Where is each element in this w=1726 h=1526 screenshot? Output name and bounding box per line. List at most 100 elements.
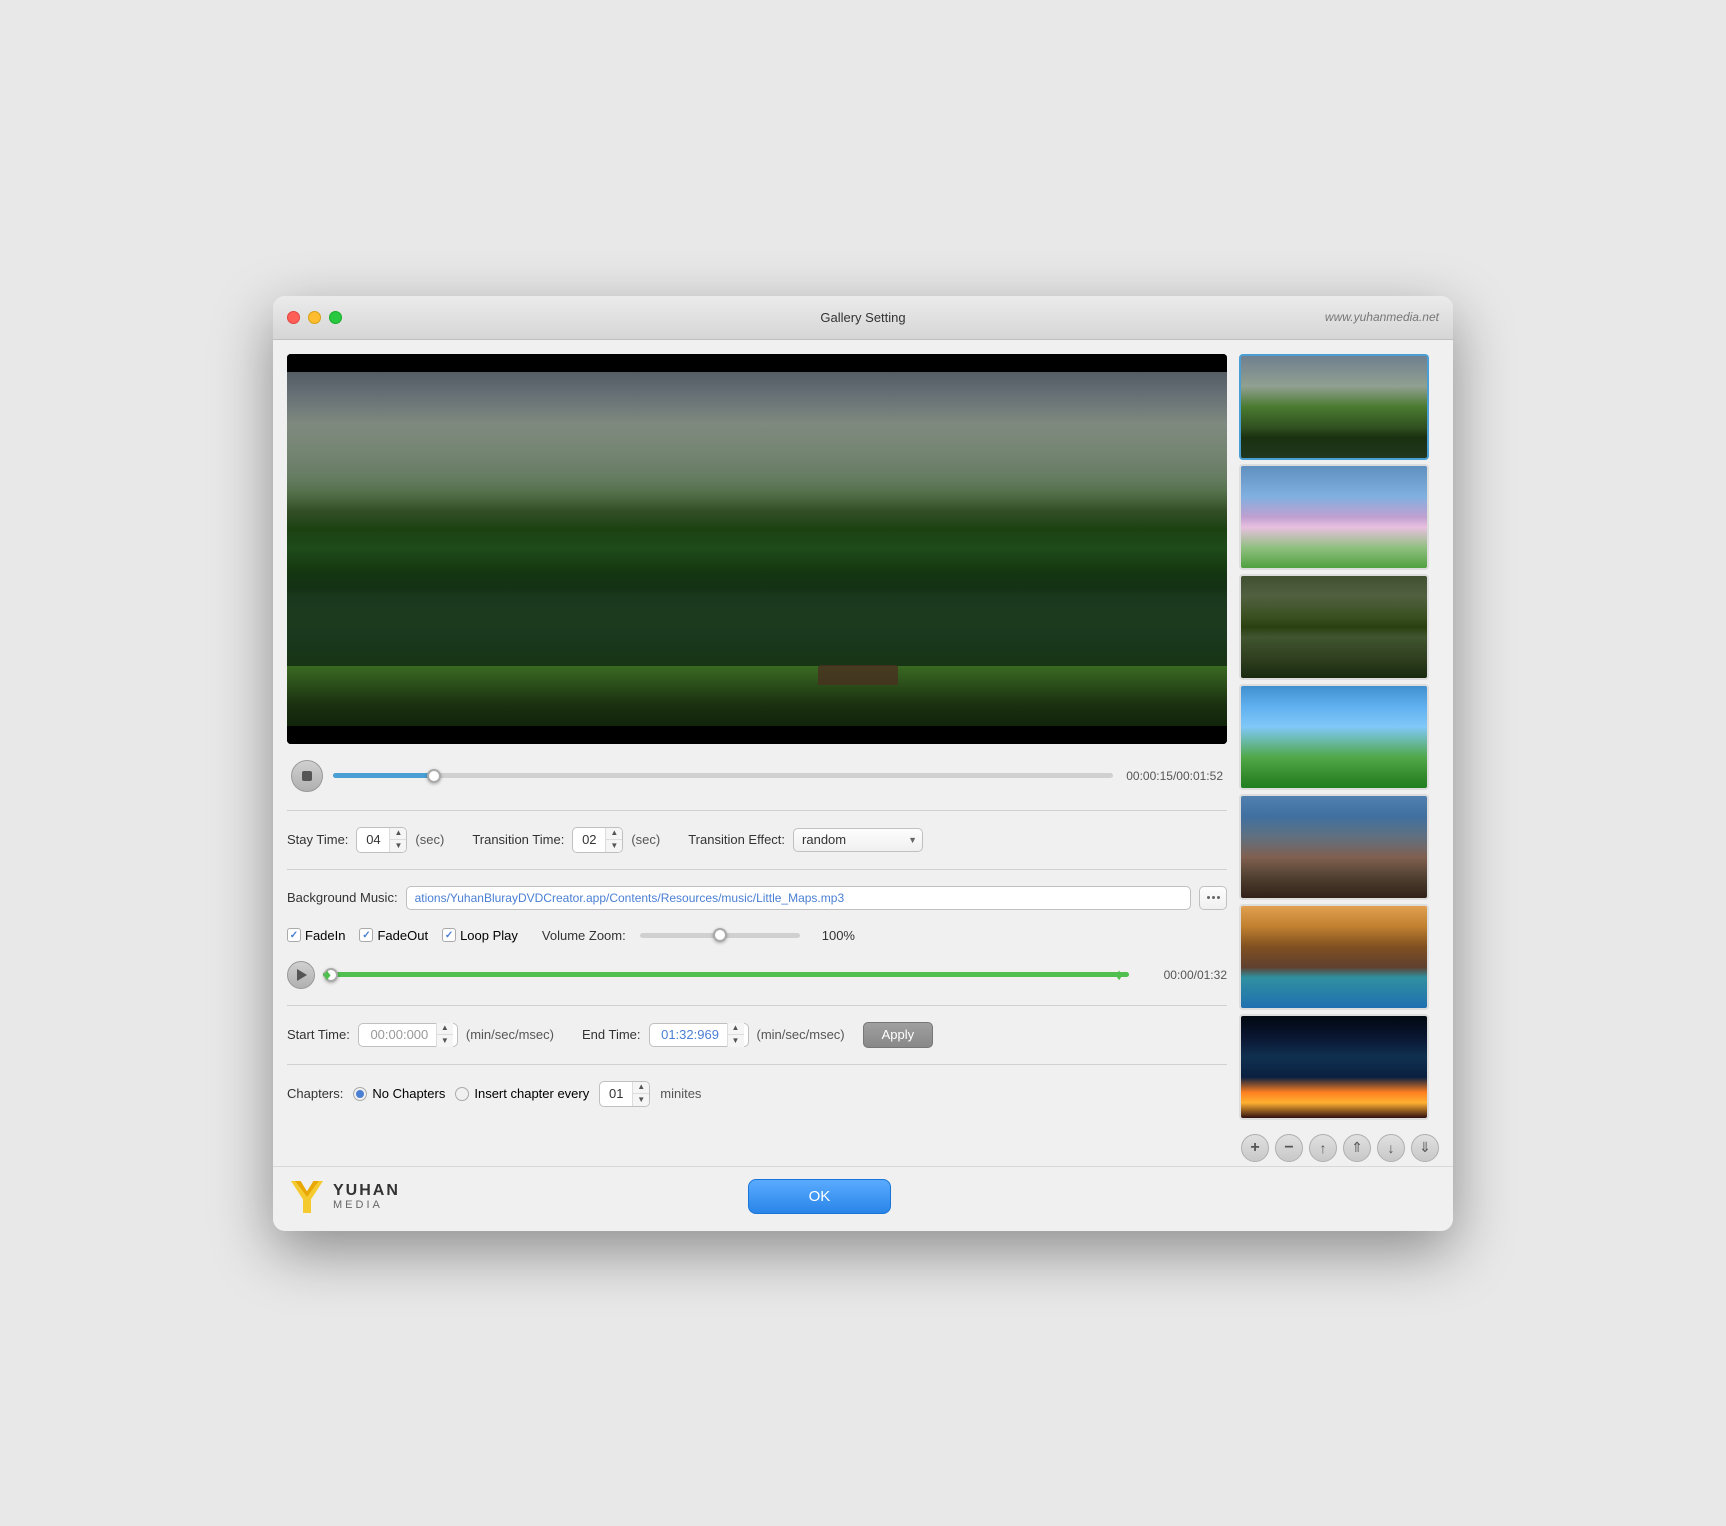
transition-effect-select[interactable]: random fade slide zoom dissolve — [793, 828, 923, 852]
thumbnail-4[interactable] — [1239, 684, 1429, 790]
end-time-value: 01:32:969 — [654, 1027, 727, 1042]
more-dot-2 — [1212, 896, 1215, 899]
thumb-remove-button[interactable]: − — [1275, 1134, 1303, 1162]
logo-top-text: YUHAN — [333, 1182, 400, 1200]
transition-time-down[interactable]: ▼ — [606, 840, 622, 852]
fade-out-label: FadeOut — [377, 928, 428, 943]
chapter-interval-arrows: ▲ ▼ — [632, 1082, 649, 1106]
transition-time-label: Transition Time: — [472, 832, 564, 847]
thumb-move-down-button[interactable]: ↓ — [1377, 1134, 1405, 1162]
no-chapters-radio-outer[interactable] — [353, 1087, 367, 1101]
thumbnail-7[interactable] — [1239, 1014, 1429, 1120]
stop-icon — [302, 771, 312, 781]
end-time-unit: (min/sec/msec) — [757, 1027, 845, 1042]
stay-time-unit: (sec) — [415, 832, 444, 847]
audio-track[interactable]: ♦ ♦ — [323, 972, 1129, 977]
separator-2 — [287, 869, 1227, 870]
start-time-input[interactable]: 00:00:000 ▲ ▼ — [358, 1023, 458, 1047]
video-frame — [287, 354, 1227, 744]
chapter-interval-value[interactable]: 01 — [600, 1082, 632, 1106]
transition-time-value[interactable]: 02 — [573, 828, 605, 852]
music-more-button[interactable] — [1199, 886, 1227, 910]
chapter-interval-unit: minites — [660, 1086, 701, 1101]
separator-4 — [287, 1064, 1227, 1065]
insert-chapter-radio[interactable]: Insert chapter every — [455, 1086, 589, 1101]
audio-end-marker: ♦ — [1115, 968, 1129, 982]
insert-chapter-radio-outer[interactable] — [455, 1087, 469, 1101]
end-time-arrows: ▲ ▼ — [727, 1023, 744, 1047]
main-content: 00:00:15/00:01:52 Stay Time: 04 ▲ ▼ (sec… — [273, 340, 1453, 1134]
thumbnail-1[interactable] — [1239, 354, 1429, 460]
transition-effect-label: Transition Effect: — [688, 832, 785, 847]
titlebar: Gallery Setting www.yuhanmedia.net — [273, 296, 1453, 340]
minimize-button[interactable] — [308, 311, 321, 324]
logo-text: YUHAN MEDIA — [333, 1182, 400, 1212]
close-button[interactable] — [287, 311, 300, 324]
audio-play-button[interactable] — [287, 961, 315, 989]
start-time-arrows: ▲ ▼ — [436, 1023, 453, 1047]
music-path-display: ations/YuhanBlurayDVDCreator.app/Content… — [406, 886, 1191, 910]
start-time-up[interactable]: ▲ — [437, 1023, 453, 1036]
thumb-move-bottom-button[interactable]: ⇓ — [1411, 1134, 1439, 1162]
thumbnail-2[interactable] — [1239, 464, 1429, 570]
sky-overlay — [287, 354, 1227, 530]
stop-button[interactable] — [291, 760, 323, 792]
no-chapters-radio-inner — [356, 1090, 364, 1098]
logo-icon — [287, 1177, 327, 1217]
end-time-down[interactable]: ▼ — [728, 1035, 744, 1047]
thumbnail-6[interactable] — [1239, 904, 1429, 1010]
video-time-display: 00:00:15/00:01:52 — [1123, 769, 1223, 783]
video-progress-track[interactable] — [333, 773, 1113, 778]
stay-time-down[interactable]: ▼ — [390, 840, 406, 852]
thumb-move-top-button[interactable]: ⇑ — [1343, 1134, 1371, 1162]
end-time-up[interactable]: ▲ — [728, 1023, 744, 1036]
transition-time-unit: (sec) — [631, 832, 660, 847]
end-time-input[interactable]: 01:32:969 ▲ ▼ — [649, 1023, 749, 1047]
yuhan-logo: YUHAN MEDIA — [287, 1177, 400, 1217]
apply-button[interactable]: Apply — [863, 1022, 934, 1048]
thumbnail-5[interactable] — [1239, 794, 1429, 900]
transition-time-up[interactable]: ▲ — [606, 828, 622, 841]
window-title: Gallery Setting — [820, 310, 905, 325]
maximize-button[interactable] — [329, 311, 342, 324]
fade-out-checkbox[interactable]: FadeOut — [359, 928, 428, 943]
stay-time-value[interactable]: 04 — [357, 828, 389, 852]
loop-play-checkbox[interactable]: Loop Play — [442, 928, 518, 943]
no-chapters-radio[interactable]: No Chapters — [353, 1086, 445, 1101]
fade-in-checkbox[interactable]: FadeIn — [287, 928, 345, 943]
music-row: Background Music: ations/YuhanBlurayDVDC… — [287, 882, 1227, 914]
start-time-down[interactable]: ▼ — [437, 1035, 453, 1047]
volume-value: 100% — [822, 928, 855, 943]
volume-slider-thumb[interactable] — [713, 928, 727, 942]
traffic-lights — [287, 311, 342, 324]
letterbox-top — [287, 354, 1227, 372]
fade-in-checkbox-box[interactable] — [287, 928, 301, 942]
start-time-value: 00:00:000 — [363, 1027, 436, 1042]
video-controls: 00:00:15/00:01:52 — [287, 754, 1227, 798]
left-panel: 00:00:15/00:01:52 Stay Time: 04 ▲ ▼ (sec… — [287, 354, 1227, 1120]
fade-out-checkbox-box[interactable] — [359, 928, 373, 942]
chapter-interval-down[interactable]: ▼ — [633, 1094, 649, 1106]
video-progress-fill — [333, 773, 434, 778]
thumbnail-3[interactable] — [1239, 574, 1429, 680]
insert-chapter-label: Insert chapter every — [474, 1086, 589, 1101]
thumb-add-button[interactable]: + — [1241, 1134, 1269, 1162]
stay-time-input[interactable]: 04 ▲ ▼ — [356, 827, 407, 853]
loop-play-checkbox-box[interactable] — [442, 928, 456, 942]
chapter-interval-up[interactable]: ▲ — [633, 1082, 649, 1095]
bench-area — [818, 665, 898, 685]
chapter-interval-input[interactable]: 01 ▲ ▼ — [599, 1081, 650, 1107]
transition-time-input[interactable]: 02 ▲ ▼ — [572, 827, 623, 853]
music-label: Background Music: — [287, 890, 398, 905]
thumb-move-up-button[interactable]: ↑ — [1309, 1134, 1337, 1162]
audio-timeline-row: ♦ ♦ 00:00/01:32 — [287, 957, 1227, 993]
audio-time-display: 00:00/01:32 — [1137, 968, 1227, 982]
ok-button[interactable]: OK — [748, 1179, 892, 1214]
video-progress-thumb[interactable] — [427, 769, 441, 783]
video-preview — [287, 354, 1227, 744]
stay-time-up[interactable]: ▲ — [390, 828, 406, 841]
start-time-unit: (min/sec/msec) — [466, 1027, 554, 1042]
volume-slider-track[interactable] — [640, 933, 800, 938]
fade-in-label: FadeIn — [305, 928, 345, 943]
separator-1 — [287, 810, 1227, 811]
